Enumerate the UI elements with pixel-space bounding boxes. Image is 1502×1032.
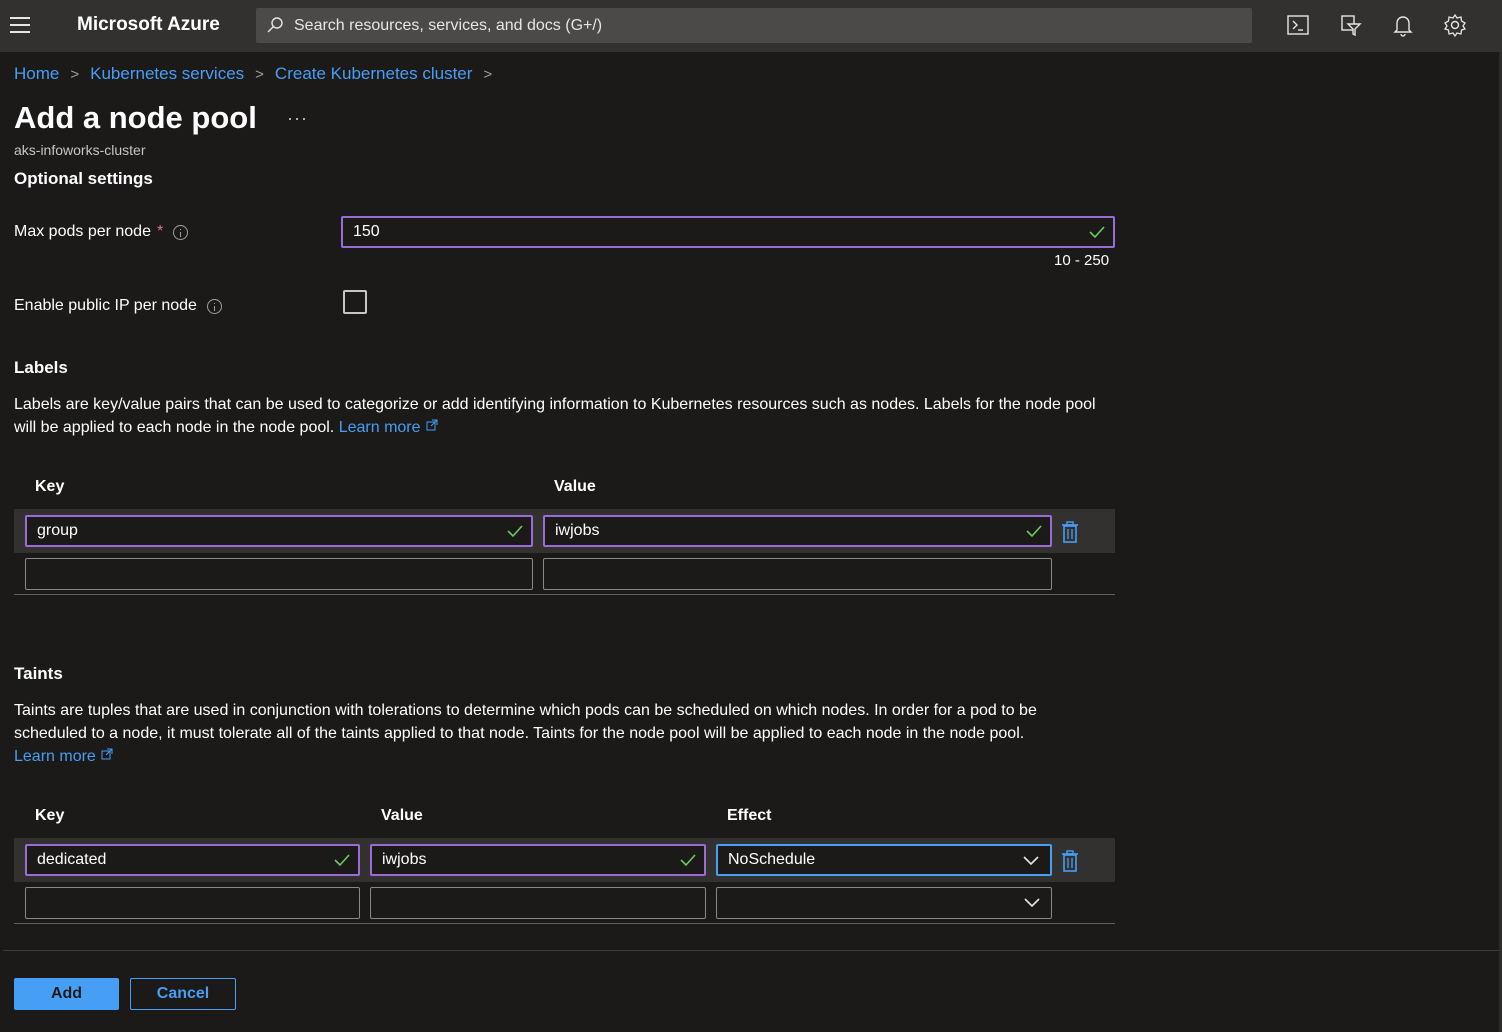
delete-taint-icon[interactable] [1061, 850, 1079, 872]
label-value-input-empty[interactable] [543, 558, 1052, 590]
more-options-icon[interactable]: ··· [287, 108, 308, 129]
breadcrumb-home[interactable]: Home [14, 64, 59, 84]
max-pods-label-text: Max pods per node [14, 223, 151, 240]
labels-heading: Labels [14, 358, 68, 377]
taints-description: Taints are tuples that are used in conju… [14, 699, 1114, 768]
taint-effect-value: NoSchedule [728, 851, 816, 868]
breadcrumb-kubernetes-services[interactable]: Kubernetes services [90, 64, 244, 84]
taints-description-text: Taints are tuples that are used in conju… [14, 702, 1037, 742]
label-value-value: iwjobs [555, 522, 600, 539]
public-ip-checkbox[interactable] [343, 290, 367, 314]
menu-icon[interactable] [10, 17, 30, 33]
add-button[interactable]: Add [14, 978, 119, 1010]
taint-effect-dropdown[interactable]: NoSchedule [716, 844, 1052, 876]
global-search[interactable] [256, 8, 1252, 43]
taints-key-header: Key [35, 807, 65, 824]
search-icon [267, 17, 283, 33]
required-marker: * [156, 223, 164, 240]
check-icon [680, 854, 696, 867]
check-icon [507, 525, 523, 538]
optional-settings-heading: Optional settings [14, 169, 153, 188]
taint-value-input[interactable]: iwjobs [370, 844, 706, 876]
chevron-right-icon: > [483, 65, 493, 83]
delete-label-icon[interactable] [1061, 521, 1079, 543]
external-link-icon [101, 748, 113, 760]
chevron-right-icon: > [255, 65, 264, 83]
labels-value-header: Value [554, 478, 596, 495]
label-key-input[interactable]: group [25, 515, 533, 547]
max-pods-input[interactable]: 150 [341, 216, 1115, 248]
taints-divider [14, 923, 1115, 924]
main-panel: Home > Kubernetes services > Create Kube… [3, 52, 1499, 1032]
check-icon [1089, 226, 1105, 239]
labels-divider [14, 594, 1115, 595]
labels-description: Labels are key/value pairs that can be u… [14, 393, 1114, 439]
max-pods-range: 10 - 250 [1054, 252, 1110, 269]
taint-value-value: iwjobs [382, 851, 427, 868]
taints-heading: Taints [14, 664, 63, 683]
taints-value-header: Value [381, 807, 423, 824]
labels-description-text: Labels are key/value pairs that can be u… [14, 396, 1096, 436]
label-value-input[interactable]: iwjobs [543, 515, 1052, 547]
check-icon [334, 854, 350, 867]
taints-effect-header: Effect [727, 807, 772, 824]
cloud-shell-icon[interactable] [1285, 12, 1311, 38]
taint-key-input-empty[interactable] [25, 887, 360, 919]
info-icon[interactable] [206, 298, 222, 314]
cancel-button[interactable]: Cancel [130, 978, 236, 1010]
labels-key-header: Key [35, 478, 65, 495]
breadcrumb: Home > Kubernetes services > Create Kube… [14, 64, 503, 84]
breadcrumb-create-cluster[interactable]: Create Kubernetes cluster [275, 64, 473, 84]
max-pods-value: 150 [353, 223, 380, 240]
taints-learn-more-link[interactable]: Learn more [14, 748, 96, 765]
notifications-icon[interactable] [1390, 12, 1416, 38]
info-icon[interactable] [173, 224, 189, 240]
directory-filter-icon[interactable] [1338, 12, 1364, 38]
chevron-down-icon [1023, 856, 1039, 866]
labels-learn-more-link[interactable]: Learn more [339, 419, 421, 436]
label-key-input-empty[interactable] [25, 558, 533, 590]
settings-icon[interactable] [1442, 12, 1468, 38]
page-title: Add a node pool [14, 100, 257, 135]
external-link-icon [426, 419, 438, 431]
footer-divider [3, 950, 1499, 951]
label-key-value: group [37, 522, 78, 539]
max-pods-label: Max pods per node * [14, 223, 189, 241]
public-ip-label-text: Enable public IP per node [14, 297, 197, 314]
public-ip-label: Enable public IP per node [14, 297, 222, 315]
top-bar: Microsoft Azure [0, 0, 1502, 52]
search-input[interactable] [294, 8, 1234, 43]
taint-key-value: dedicated [37, 851, 107, 868]
taint-key-input[interactable]: dedicated [25, 844, 360, 876]
check-icon [1026, 525, 1042, 538]
brand-title[interactable]: Microsoft Azure [77, 14, 220, 36]
cluster-name: aks-infoworks-cluster [14, 142, 146, 158]
taint-value-input-empty[interactable] [370, 887, 706, 919]
taint-effect-dropdown-empty[interactable] [716, 887, 1052, 919]
chevron-right-icon: > [70, 65, 80, 83]
chevron-down-icon [1024, 898, 1040, 908]
